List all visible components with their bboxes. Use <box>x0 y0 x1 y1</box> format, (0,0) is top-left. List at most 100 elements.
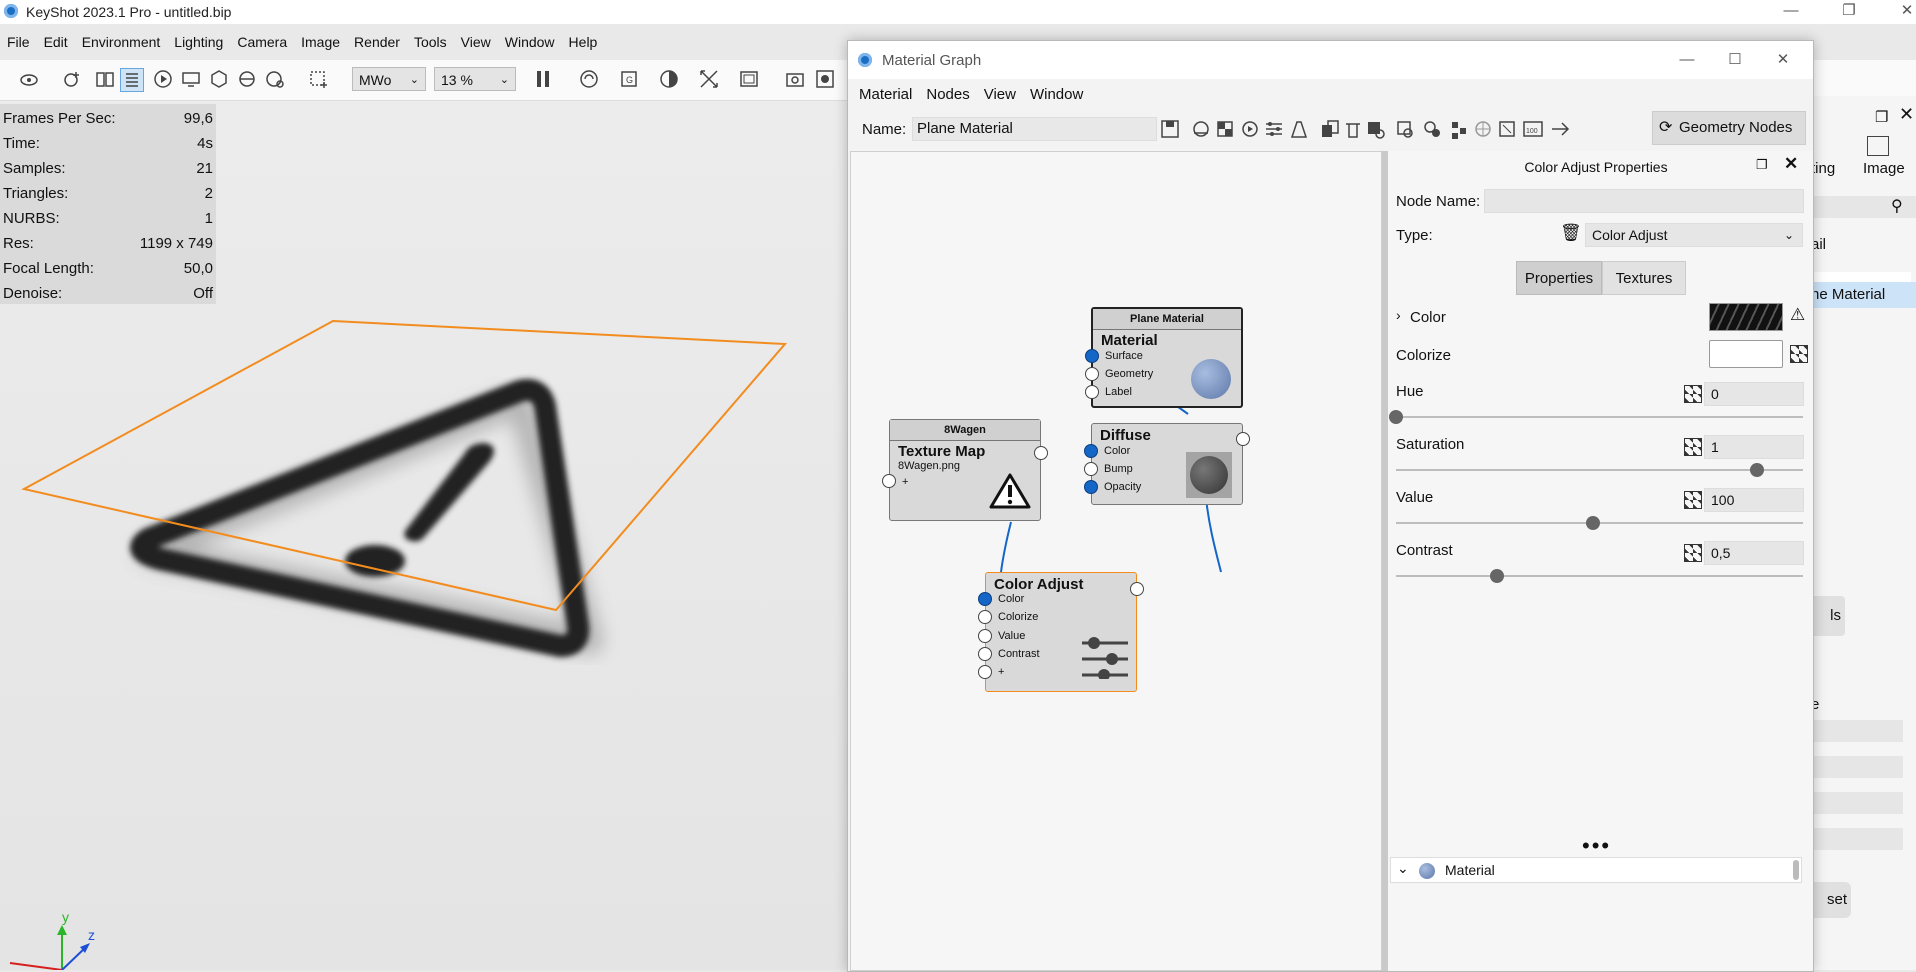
detach-icon[interactable]: ❐ <box>1756 157 1768 173</box>
minimize-icon[interactable]: — <box>1664 49 1710 73</box>
port-geometry[interactable] <box>1085 367 1099 381</box>
texture-slot-icon[interactable] <box>1684 385 1702 403</box>
menu-edit[interactable]: Edit <box>37 30 75 54</box>
tab-lighting-partial[interactable]: ting <box>1811 160 1835 177</box>
render-settings-icon[interactable] <box>264 68 286 90</box>
tab-image[interactable]: Image <box>1863 160 1905 177</box>
hue-slider-track[interactable] <box>1396 416 1803 418</box>
library-icon[interactable] <box>94 68 116 90</box>
hue-slider-knob[interactable] <box>1389 410 1403 424</box>
type-dropdown[interactable]: Color Adjust ⌄ <box>1585 223 1803 247</box>
node-texture-map[interactable]: 8Wagen Texture Map 8Wagen.png + <box>882 419 1048 521</box>
scrollbar-thumb[interactable] <box>1793 860 1799 880</box>
node-plane-material[interactable]: Plane Material Material Surface Geometry… <box>1085 307 1243 408</box>
zoom-dropdown[interactable]: 13 % ⌄ <box>434 67 516 91</box>
saturation-input[interactable]: 1 <box>1704 435 1804 459</box>
node-name-input[interactable] <box>1484 189 1804 213</box>
port-output[interactable] <box>1034 446 1048 460</box>
port-colorize[interactable] <box>978 610 992 624</box>
more-options-icon[interactable]: ••• <box>1582 835 1611 857</box>
port-surface[interactable] <box>1085 349 1099 363</box>
port-output[interactable] <box>1236 432 1250 446</box>
trash-icon[interactable]: 🗑 <box>1560 223 1582 243</box>
contrast-slider-track[interactable] <box>1396 575 1803 577</box>
import-icon[interactable] <box>62 68 84 90</box>
port-bump[interactable] <box>1084 462 1098 476</box>
value-input[interactable]: 100 <box>1704 488 1804 512</box>
value-slider-knob[interactable] <box>1586 516 1600 530</box>
menu-window[interactable]: Window <box>498 30 562 54</box>
geometry-nodes-button[interactable]: ⟳ Geometry Nodes <box>1652 111 1806 145</box>
saturation-slider-knob[interactable] <box>1750 463 1764 477</box>
close-icon[interactable]: ✕ <box>1784 154 1798 174</box>
material-section-header[interactable]: ⌄ Material <box>1390 857 1802 883</box>
spinbox[interactable] <box>1811 792 1903 814</box>
add-port-label[interactable]: + <box>902 476 908 488</box>
port-opacity[interactable] <box>1084 480 1098 494</box>
screenshot-icon[interactable] <box>784 68 806 90</box>
contrast-input[interactable]: 0,5 <box>1704 541 1804 565</box>
texture-slot-icon[interactable] <box>1684 491 1702 509</box>
node-graph-canvas[interactable]: Plane Material Material Surface Geometry… <box>850 151 1382 971</box>
menu-file[interactable]: File <box>0 30 37 54</box>
texture-slot-icon[interactable] <box>1790 345 1808 363</box>
menu-help[interactable]: Help <box>562 30 605 54</box>
material-name-input[interactable]: Plane Material <box>912 117 1157 141</box>
node-diffuse[interactable]: Diffuse Color Bump Opacity <box>1084 423 1250 505</box>
list-item-selected[interactable]: ne Material <box>1811 282 1916 308</box>
menu-camera[interactable]: Camera <box>230 30 294 54</box>
port-contrast[interactable] <box>978 647 992 661</box>
port-color[interactable] <box>978 592 992 606</box>
performance-mode-icon[interactable] <box>578 68 600 90</box>
geometry-icon[interactable] <box>208 68 230 90</box>
texture-slot-icon[interactable] <box>1684 544 1702 562</box>
colorize-swatch[interactable] <box>1709 340 1783 368</box>
reset-button[interactable]: set <box>1811 882 1851 918</box>
spinbox[interactable] <box>1811 756 1903 778</box>
port-value[interactable] <box>978 629 992 643</box>
spinbox[interactable] <box>1811 720 1903 742</box>
region-select-icon[interactable] <box>308 68 330 90</box>
menu-lighting[interactable]: Lighting <box>167 30 230 54</box>
mode-dropdown[interactable]: MWo ⌄ <box>352 67 426 91</box>
tab-properties[interactable]: Properties <box>1516 261 1602 295</box>
mg-menu-view[interactable]: View <box>977 83 1023 107</box>
cloud-library-icon[interactable] <box>18 68 40 90</box>
denoise-icon[interactable] <box>658 68 680 90</box>
restore-icon[interactable]: ❐ <box>1826 0 1872 24</box>
node-color-adjust[interactable]: Color Adjust Color Colorize Value Contra… <box>978 572 1144 692</box>
menu-image[interactable]: Image <box>294 30 347 54</box>
mg-menu-window[interactable]: Window <box>1023 83 1090 107</box>
hue-input[interactable]: 0 <box>1704 382 1804 406</box>
keyshotxr-icon[interactable] <box>180 68 202 90</box>
contrast-slider-knob[interactable] <box>1490 569 1504 583</box>
color-swatch[interactable] <box>1709 303 1783 331</box>
port-output[interactable] <box>1130 582 1144 596</box>
menu-render[interactable]: Render <box>347 30 407 54</box>
panel-close-icon[interactable]: ✕ <box>1899 104 1914 125</box>
mg-menu-material[interactable]: Material <box>852 83 919 107</box>
close-icon[interactable]: ✕ <box>1760 49 1806 73</box>
spinbox[interactable] <box>1811 828 1903 850</box>
chevron-right-icon[interactable]: › <box>1396 307 1401 323</box>
menu-view[interactable]: View <box>454 30 498 54</box>
animation-icon[interactable] <box>152 68 174 90</box>
project-icon[interactable] <box>120 68 144 92</box>
pause-icon[interactable] <box>532 68 554 90</box>
gpu-icon[interactable]: G <box>618 68 640 90</box>
menu-tools[interactable]: Tools <box>407 30 454 54</box>
port-add[interactable] <box>978 665 992 679</box>
menu-environment[interactable]: Environment <box>75 30 168 54</box>
perspective-icon[interactable] <box>698 68 720 90</box>
port-label-input[interactable] <box>1085 385 1099 399</box>
detach-icon[interactable]: ❐ <box>1875 108 1888 126</box>
materials-button[interactable]: ls <box>1811 596 1845 636</box>
maximize-icon[interactable]: ☐ <box>1712 49 1758 73</box>
minimize-icon[interactable]: — <box>1768 0 1814 24</box>
saturation-slider-track[interactable] <box>1396 469 1803 471</box>
close-icon[interactable]: ✕ <box>1884 0 1916 24</box>
material-ball-icon[interactable] <box>236 68 258 90</box>
search-icon[interactable]: ⚲ <box>1891 196 1903 216</box>
render-icon[interactable] <box>814 68 836 90</box>
tab-textures[interactable]: Textures <box>1602 261 1686 295</box>
